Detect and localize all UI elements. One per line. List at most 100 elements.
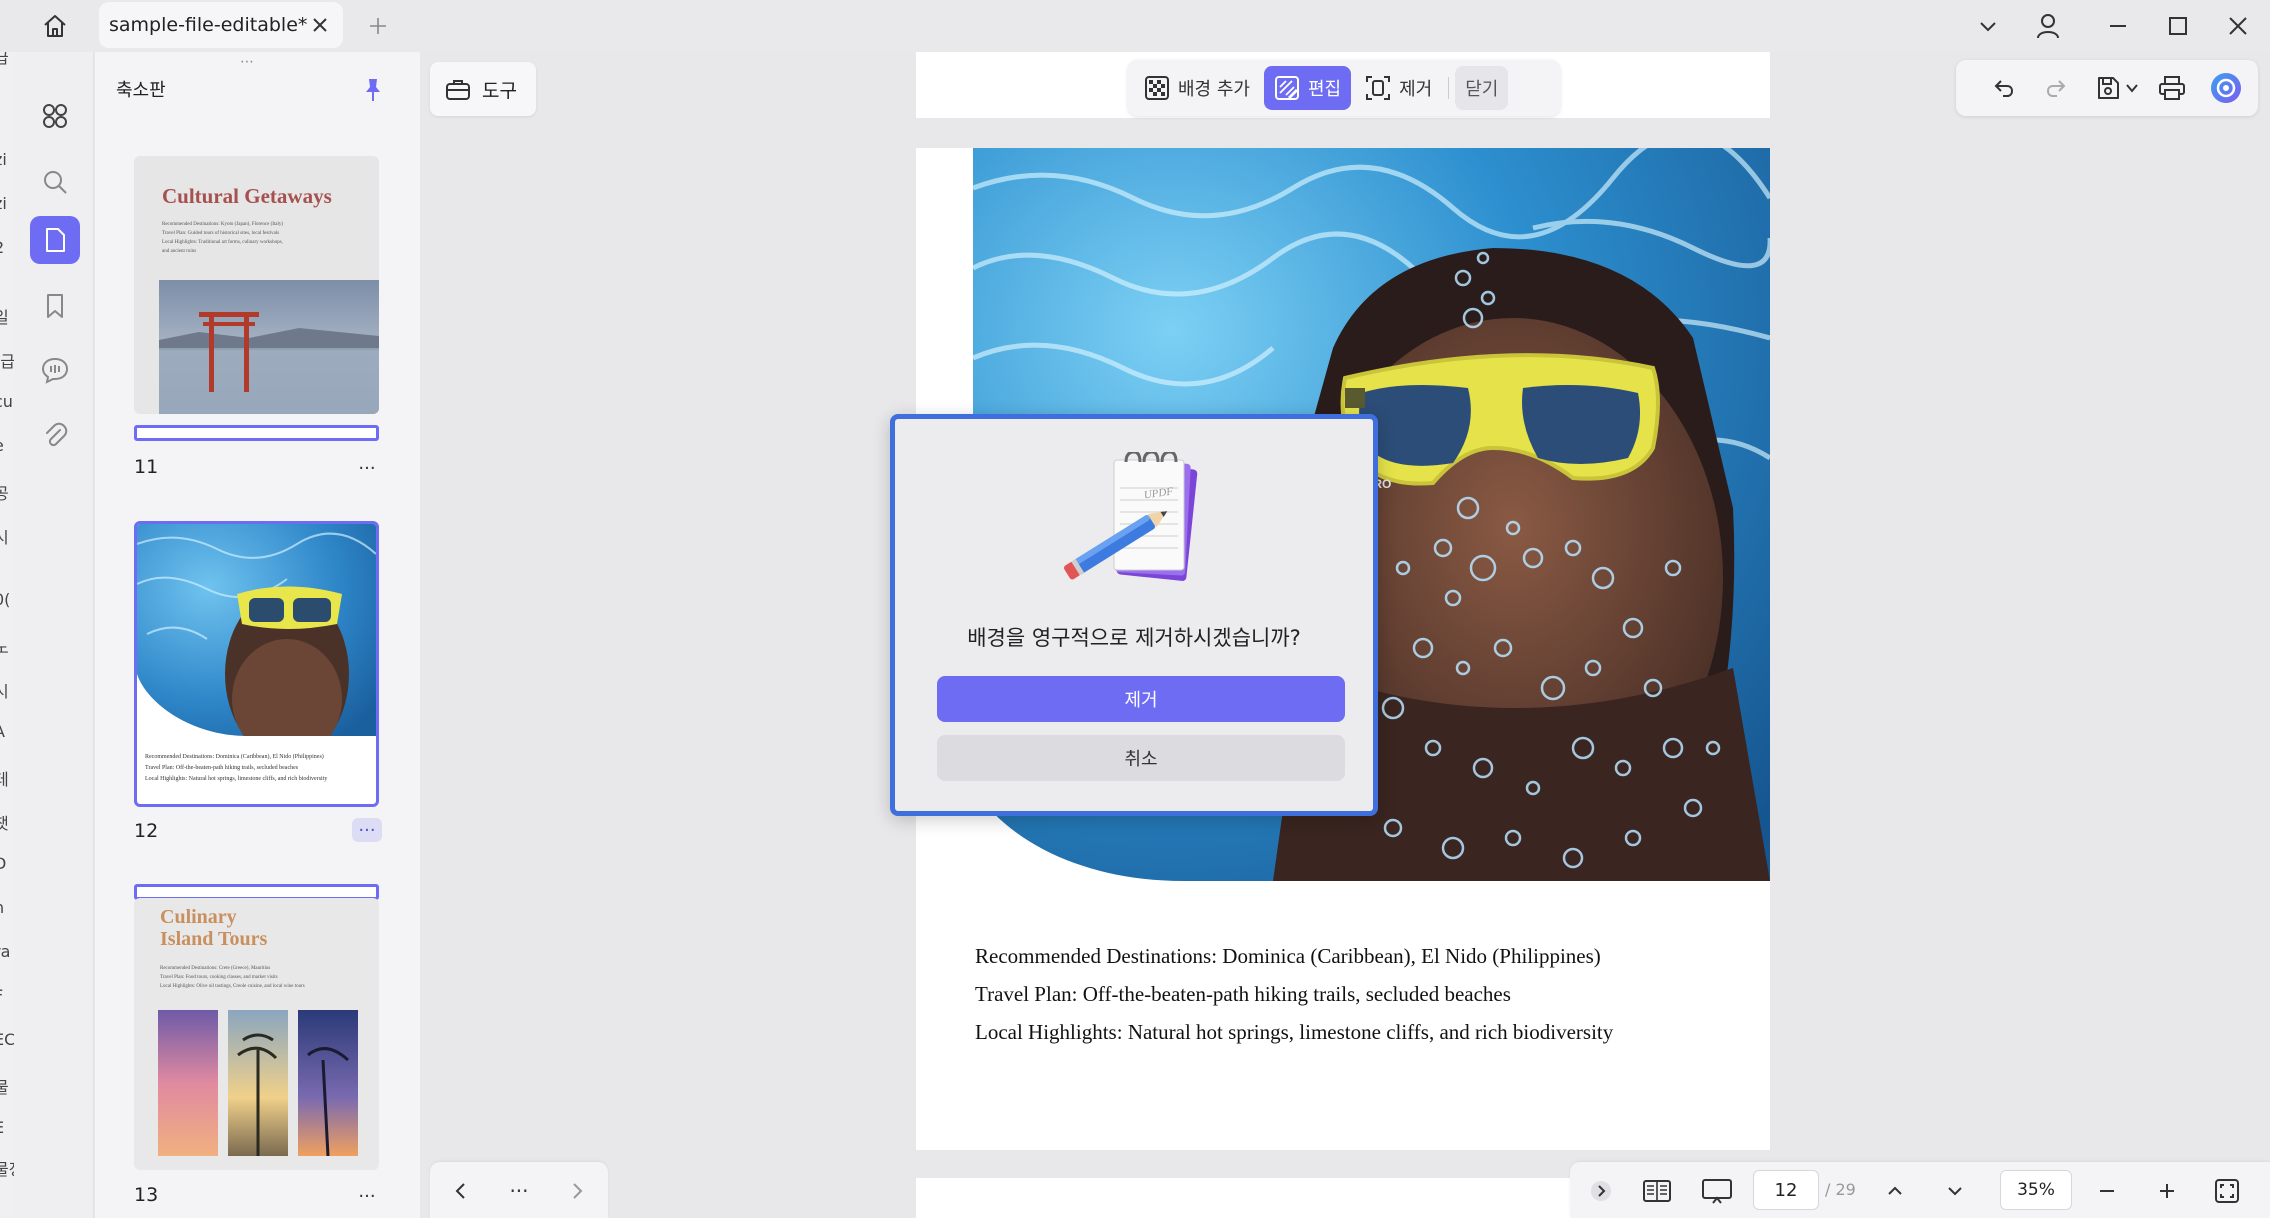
- page-layout-button[interactable]: [1638, 1172, 1676, 1210]
- document-text-line: Recommended Destinations: Dominica (Cari…: [975, 944, 1601, 968]
- collapse-statusbar-button[interactable]: [1588, 1172, 1614, 1210]
- zoom-out-button[interactable]: [2088, 1172, 2126, 1210]
- previous-page-button[interactable]: [1876, 1172, 1914, 1210]
- print-button[interactable]: [2152, 68, 2192, 108]
- edit-background-button[interactable]: 편집: [1263, 66, 1352, 110]
- status-bar: / 29 35%: [1570, 1162, 2270, 1218]
- thumbnails-button[interactable]: [30, 216, 80, 264]
- cancel-button[interactable]: 취소: [937, 735, 1345, 781]
- zoom-in-button[interactable]: [2148, 1172, 2186, 1210]
- dialog-message: 배경을 영구적으로 제거하시겠습니까?: [967, 626, 1301, 650]
- add-background-button[interactable]: 배경 추가: [1134, 66, 1260, 110]
- bookmarks-button[interactable]: [30, 282, 80, 330]
- close-background-toolbar-button[interactable]: 닫기: [1455, 66, 1509, 110]
- add-background-label: 배경 추가: [1178, 79, 1250, 100]
- edge-text: 노: [0, 638, 9, 657]
- chevron-left-icon: [453, 1181, 469, 1201]
- chevron-up-icon: [1885, 1181, 1905, 1201]
- page-total: / 29: [1825, 1180, 1856, 1199]
- panel-drag-handle[interactable]: ⋯: [240, 54, 256, 70]
- edge-text: zi: [0, 194, 7, 213]
- close-window-button[interactable]: [2216, 6, 2260, 46]
- document-tab[interactable]: sample-file-editable*: [99, 2, 343, 48]
- remove-background-button[interactable]: 제거: [1355, 66, 1442, 110]
- redo-icon: [2044, 76, 2068, 100]
- edge-text: n: [0, 898, 4, 917]
- thumbnail-line: Local Highlights: Natural hot springs, l…: [145, 776, 328, 782]
- undo-button[interactable]: [1984, 68, 2024, 108]
- comments-button[interactable]: [30, 346, 80, 394]
- home-button[interactable]: [30, 4, 80, 48]
- pin-icon: [361, 76, 385, 104]
- search-button[interactable]: [30, 158, 80, 206]
- tools-label: 도구: [482, 79, 517, 102]
- thumbnail-text: Recommended Destinations: Crete (Greece)…: [160, 964, 360, 991]
- presentation-button[interactable]: [1698, 1172, 1736, 1210]
- right-toolbar: [1956, 60, 2258, 116]
- chevron-down-icon: [1945, 1181, 1965, 1201]
- page-gap: [916, 118, 1770, 148]
- pin-panel-button[interactable]: [355, 72, 391, 108]
- save-options-button[interactable]: [2122, 68, 2142, 108]
- page-navigation-bar: ···: [430, 1162, 608, 1218]
- page-more-button[interactable]: ···: [352, 456, 382, 480]
- torii-gate-image: [159, 280, 379, 414]
- zoom-level[interactable]: 35%: [2000, 1170, 2072, 1210]
- page-thumbnail-11[interactable]: Cultural Getaways Recommended Destinatio…: [134, 156, 379, 414]
- attachments-button[interactable]: [30, 412, 80, 460]
- apps-button[interactable]: [30, 92, 80, 140]
- panel-title: 축소판: [116, 80, 166, 101]
- save-icon: [2095, 75, 2121, 101]
- page-number-input[interactable]: [1753, 1170, 1819, 1210]
- page-thumbnail-13[interactable]: Culinary Island Tours Recommended Destin…: [134, 898, 379, 1170]
- remove-background-icon: [1365, 75, 1391, 101]
- page-number: 11: [134, 456, 159, 478]
- previous-button[interactable]: [444, 1174, 478, 1208]
- maximize-button[interactable]: [2156, 6, 2200, 46]
- thumbnail-line: Travel Plan: Guided tours of historical …: [162, 231, 280, 236]
- chevron-down-icon: [2125, 81, 2139, 95]
- next-button[interactable]: [560, 1174, 594, 1208]
- more-button[interactable]: ···: [502, 1174, 536, 1208]
- edit-label: 편집: [1307, 79, 1342, 100]
- minus-icon: [2097, 1181, 2117, 1201]
- tab-list-button[interactable]: [1968, 6, 2008, 46]
- thumbnail-line: Local Highlights: Olive oil tastings, Cr…: [160, 984, 305, 989]
- edge-text: 시: [0, 528, 9, 547]
- edge-text: A: [0, 722, 5, 741]
- sunset-photos: [158, 1010, 358, 1156]
- thumbnail-line: Travel Plan: Off-the-beaten-path hiking …: [145, 765, 299, 771]
- plus-icon: [2157, 1181, 2177, 1201]
- new-tab-button[interactable]: [360, 8, 396, 44]
- edge-text: zi: [0, 150, 7, 169]
- account-button[interactable]: [2026, 6, 2070, 46]
- maximize-icon: [2167, 15, 2189, 37]
- page-thumbnail-12[interactable]: Recommended Destinations: Dominica (Cari…: [134, 521, 379, 807]
- redo-button[interactable]: [2036, 68, 2076, 108]
- page-icon: [42, 226, 68, 254]
- close-tab-icon[interactable]: [311, 16, 329, 34]
- confirm-remove-button[interactable]: 제거: [937, 676, 1345, 722]
- thumbnail-line: Local Highlights: Traditional art forms,…: [162, 240, 283, 245]
- edge-text: ra: [0, 942, 11, 961]
- paperclip-icon: [42, 422, 68, 450]
- edge-text: D: [0, 854, 7, 873]
- edge-text: e: [0, 436, 4, 455]
- document-text-line: Local Highlights: Natural hot springs, l…: [975, 1020, 1614, 1044]
- next-page-button[interactable]: [1936, 1172, 1974, 1210]
- toolbar-divider: [1448, 77, 1450, 99]
- page-number: 13: [134, 1184, 159, 1206]
- user-icon: [2035, 12, 2061, 40]
- page-more-button[interactable]: ···: [352, 1184, 382, 1208]
- edge-text: E: [0, 1118, 4, 1137]
- edge-text: 물정: [0, 1160, 14, 1179]
- edge-text: 테: [0, 770, 9, 789]
- tools-button[interactable]: 도구: [430, 62, 536, 116]
- edit-background-icon: [1274, 75, 1300, 101]
- fit-page-button[interactable]: [2208, 1172, 2246, 1210]
- ai-assistant-button[interactable]: [2206, 68, 2246, 108]
- edge-text: F: [0, 986, 3, 1005]
- edge-text: 시: [0, 682, 9, 701]
- minimize-button[interactable]: [2096, 6, 2140, 46]
- page-more-button[interactable]: ···: [352, 818, 382, 842]
